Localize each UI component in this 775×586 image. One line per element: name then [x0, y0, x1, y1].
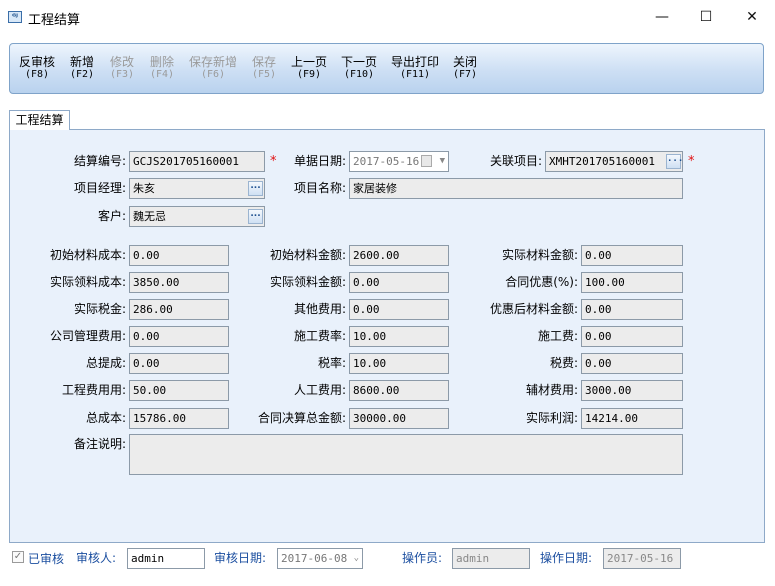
amount-field[interactable]: 10.00 — [349, 326, 449, 347]
amount-field[interactable]: 14214.00 — [581, 408, 683, 429]
amount-field[interactable]: 8600.00 — [349, 380, 449, 401]
save-button[interactable]: 保存 (F5) — [250, 55, 278, 81]
unaudit-button[interactable]: 反审核 (F8) — [18, 55, 56, 81]
customer-field[interactable]: 魏无忌... — [129, 206, 265, 227]
add-button[interactable]: 新增 (F2) — [68, 55, 96, 81]
related-project-field[interactable]: XMHT201705160001... — [545, 151, 683, 172]
amount-label: 公司管理费用: — [49, 329, 126, 343]
amount-field[interactable]: 10.00 — [349, 353, 449, 374]
lookup-button[interactable]: ... — [248, 181, 263, 196]
remark-textarea[interactable] — [129, 434, 683, 475]
app-icon: ᴳᴶ — [8, 11, 22, 23]
amount-label: 施工费率: — [293, 329, 346, 343]
amount-field[interactable]: 286.00 — [129, 299, 229, 320]
op-date-label: 操作日期: — [540, 551, 593, 565]
save-and-add-button[interactable]: 保存新增 (F6) — [188, 55, 238, 81]
amount-field[interactable]: 0.00 — [581, 299, 683, 320]
amount-field[interactable]: 50.00 — [129, 380, 229, 401]
close-button[interactable]: 关闭 (F7) — [451, 55, 479, 81]
amount-label: 实际领料金额: — [269, 275, 346, 289]
settle-no-label: 结算编号: — [73, 154, 126, 168]
amount-field[interactable]: 0.00 — [129, 353, 229, 374]
delete-button[interactable]: 删除 (F4) — [148, 55, 176, 81]
amount-label: 税费: — [549, 356, 578, 370]
amount-field[interactable]: 30000.00 — [349, 408, 449, 429]
amount-label: 实际领料成本: — [49, 275, 126, 289]
doc-date-picker[interactable]: 2017-05-16 ▼ — [349, 151, 449, 172]
amount-label: 合同优惠(%): — [505, 275, 578, 289]
auditor-field[interactable]: admin — [127, 548, 205, 569]
window-title: 工程结算 — [28, 13, 81, 28]
amount-label: 初始材料金额: — [269, 248, 346, 262]
toolbar: 反审核 (F8) 新增 (F2) 修改 (F3) 删除 (F4) 保存新增 (F6) 保存… — [9, 43, 764, 94]
amount-field[interactable]: 0.00 — [129, 245, 229, 266]
amount-field[interactable]: 3850.00 — [129, 272, 229, 293]
amount-label: 实际材料金额: — [501, 248, 578, 262]
remark-label: 备注说明: — [73, 437, 126, 451]
required-mark: * — [688, 154, 695, 169]
chevron-down-icon: ⌄ — [353, 553, 359, 563]
project-name-label: 项目名称: — [293, 181, 346, 195]
audited-checkbox[interactable]: ✓ — [12, 551, 24, 563]
amount-field[interactable]: 0.00 — [349, 299, 449, 320]
amount-field[interactable]: 0.00 — [129, 326, 229, 347]
amount-field[interactable]: 0.00 — [581, 326, 683, 347]
operator-field[interactable]: admin — [452, 548, 530, 569]
amount-label: 实际利润: — [525, 411, 578, 425]
amount-label: 人工费用: — [293, 383, 346, 397]
amount-label: 辅材费用: — [525, 383, 578, 397]
amount-field[interactable]: 0.00 — [349, 272, 449, 293]
amount-label: 施工费: — [537, 329, 578, 343]
audit-date-label: 审核日期: — [214, 551, 267, 565]
form-panel: 结算编号: GCJS201705160001 * 单据日期: 2017-05-1… — [9, 129, 765, 543]
amount-field[interactable]: 0.00 — [581, 353, 683, 374]
amount-label: 总成本: — [85, 411, 126, 425]
amount-label: 其他费用: — [293, 302, 346, 316]
auditor-label: 审核人: — [76, 551, 117, 565]
manager-field[interactable]: 朱亥... — [129, 178, 265, 199]
next-page-button[interactable]: 下一页 (F10) — [339, 55, 379, 81]
prev-page-button[interactable]: 上一页 (F9) — [289, 55, 329, 81]
title-bar: ᴳᴶ 工程结算 — ☐ ✕ — [0, 0, 775, 34]
close-window-button[interactable]: ✕ — [737, 6, 767, 28]
calendar-icon — [421, 155, 432, 167]
amount-label: 优惠后材料金额: — [489, 302, 578, 316]
audit-date-picker[interactable]: 2017-06-08 ⌄ — [277, 548, 363, 569]
export-print-button[interactable]: 导出打印 (F11) — [389, 55, 441, 81]
amount-field[interactable]: 15786.00 — [129, 408, 229, 429]
amount-label: 总提成: — [85, 356, 126, 370]
related-project-label: 关联项目: — [489, 154, 542, 168]
customer-label: 客户: — [97, 209, 126, 223]
amount-label: 实际税金: — [73, 302, 126, 316]
lookup-button[interactable]: ... — [248, 209, 263, 224]
maximize-button[interactable]: ☐ — [691, 6, 721, 28]
settle-no-field[interactable]: GCJS201705160001 — [129, 151, 265, 172]
tab-settlement[interactable]: 工程结算 — [9, 110, 70, 130]
amount-label: 工程费用用: — [61, 383, 126, 397]
edit-button[interactable]: 修改 (F3) — [108, 55, 136, 81]
operator-label: 操作员: — [402, 551, 443, 565]
manager-label: 项目经理: — [73, 181, 126, 195]
required-mark: * — [270, 154, 277, 169]
amount-field[interactable]: 100.00 — [581, 272, 683, 293]
minimize-button[interactable]: — — [647, 6, 677, 28]
amount-label: 税率: — [317, 356, 346, 370]
amount-field[interactable]: 0.00 — [581, 245, 683, 266]
lookup-button[interactable]: ... — [666, 154, 682, 169]
op-date-field[interactable]: 2017-05-16 — [603, 548, 681, 569]
amount-label: 初始材料成本: — [49, 248, 126, 262]
amount-field[interactable]: 2600.00 — [349, 245, 449, 266]
project-name-field[interactable]: 家居装修 — [349, 178, 683, 199]
audited-label: 已审核 — [28, 552, 65, 566]
chevron-down-icon: ▼ — [439, 156, 445, 166]
amount-field[interactable]: 3000.00 — [581, 380, 683, 401]
doc-date-label: 单据日期: — [293, 154, 346, 168]
amount-label: 合同决算总金额: — [257, 411, 346, 425]
